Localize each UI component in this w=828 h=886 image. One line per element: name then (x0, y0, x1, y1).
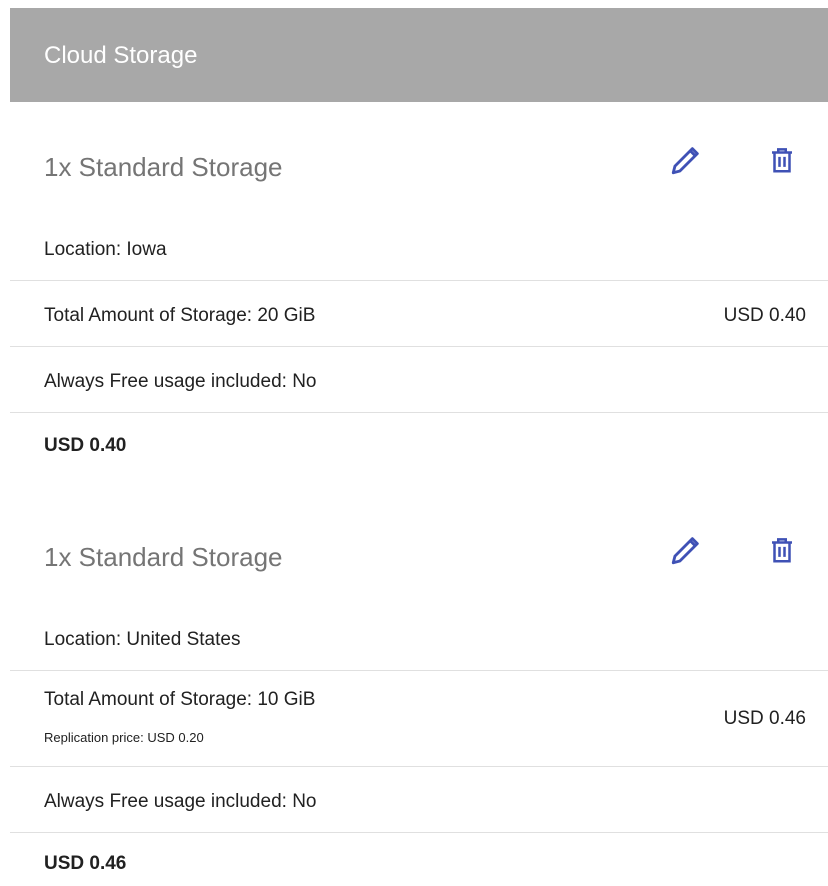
storage-amount-label: Total Amount of Storage: 20 GiB (44, 305, 316, 326)
pencil-icon (671, 537, 699, 565)
free-usage-row: Always Free usage included: No (10, 346, 828, 413)
section-title: Cloud Storage (44, 42, 198, 69)
item-total: USD 0.46 (44, 853, 127, 874)
total-row: USD 0.46 (10, 832, 828, 886)
free-usage-label: Always Free usage included: No (44, 791, 317, 812)
edit-button[interactable] (664, 528, 708, 572)
free-usage-label: Always Free usage included: No (44, 371, 317, 392)
replication-price-label: Replication price: USD 0.20 (44, 730, 204, 745)
storage-amount-label: Total Amount of Storage: 10 GiB (44, 689, 316, 710)
pencil-icon (671, 147, 699, 175)
free-usage-row: Always Free usage included: No (10, 766, 828, 833)
item-title: 1x Standard Storage (44, 152, 283, 182)
storage-item-card: 1x Standard Storage Location: United Sta… (10, 492, 828, 885)
total-row: USD 0.40 (10, 412, 828, 473)
location-label: Location: Iowa (44, 239, 167, 260)
section-header: Cloud Storage (10, 8, 828, 102)
storage-price: USD 0.46 (723, 708, 806, 729)
storage-row: Total Amount of Storage: 20 GiB USD 0.40 (10, 280, 828, 347)
delete-button[interactable] (760, 528, 804, 572)
delete-button[interactable] (760, 138, 804, 182)
edit-button[interactable] (664, 138, 708, 182)
storage-row: Total Amount of Storage: 10 GiB Replicat… (10, 670, 828, 767)
trash-icon (772, 538, 792, 563)
item-total: USD 0.40 (44, 435, 127, 456)
trash-icon (772, 148, 792, 173)
location-label: Location: United States (44, 629, 241, 650)
storage-item-card: 1x Standard Storage Location: Iowa Total… (10, 102, 828, 472)
storage-price: USD 0.40 (723, 305, 806, 326)
item-title: 1x Standard Storage (44, 542, 283, 572)
